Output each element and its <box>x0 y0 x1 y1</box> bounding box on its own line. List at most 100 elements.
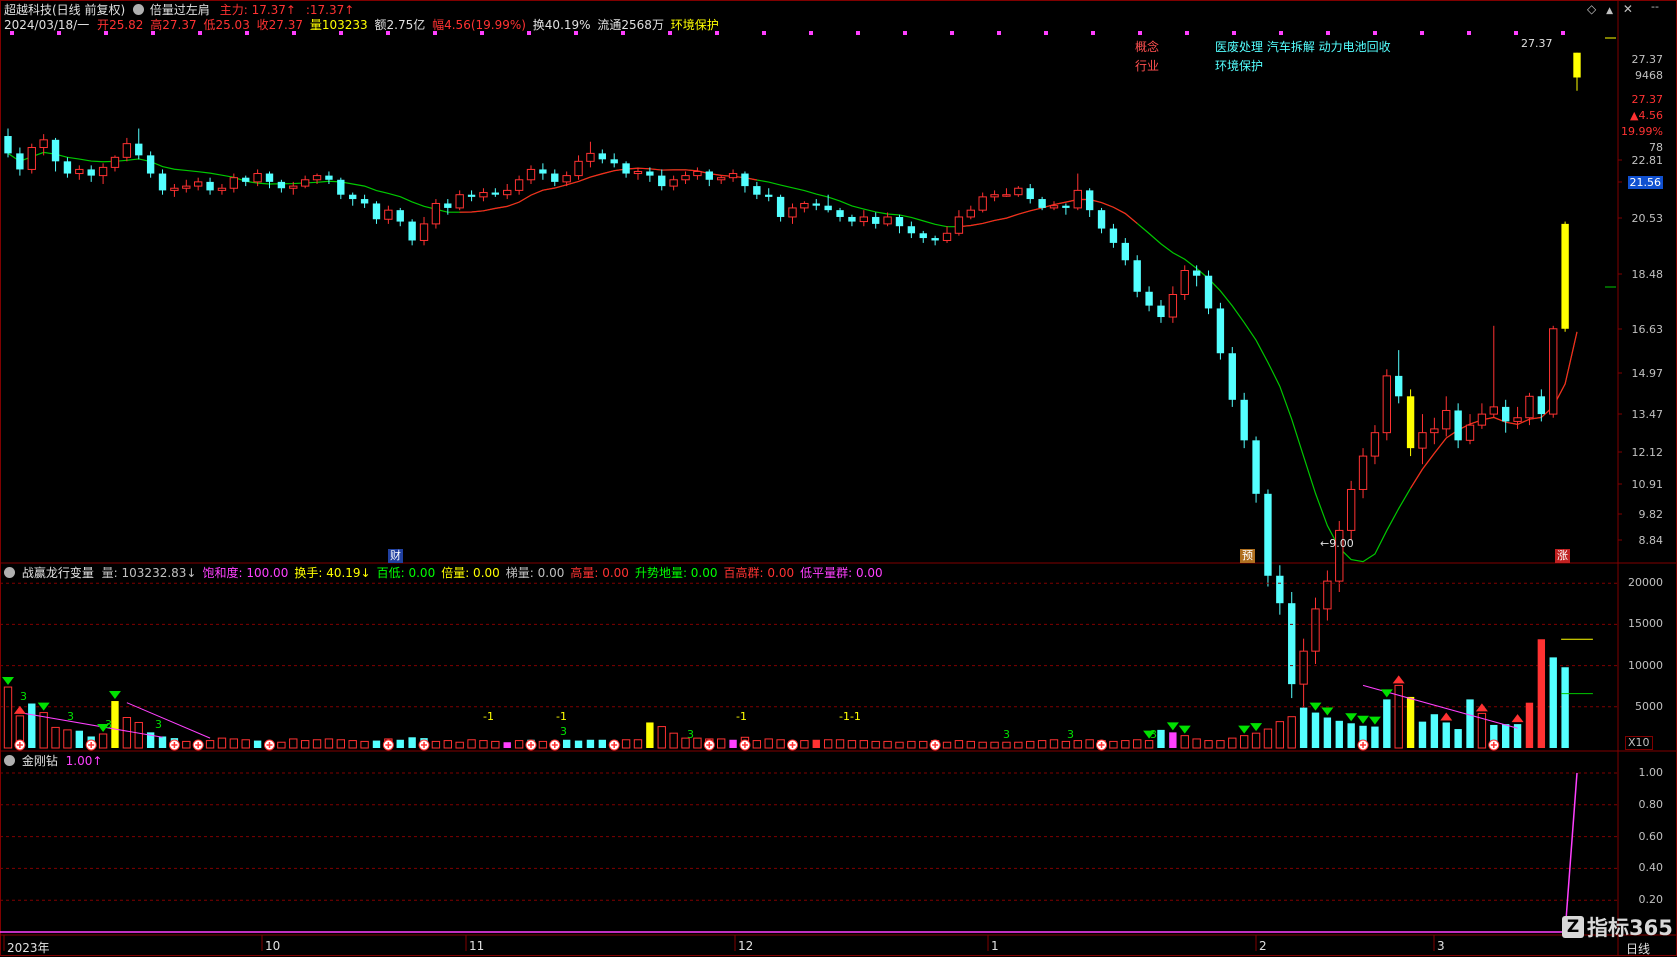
volume-bar <box>51 726 60 749</box>
volume-bar <box>895 741 904 749</box>
candle-body <box>646 171 654 176</box>
price-axis-label: 13.47 <box>1631 408 1664 421</box>
gear-icon[interactable] <box>4 567 15 578</box>
candle-body <box>1145 291 1153 306</box>
volume-bar <box>1061 740 1071 749</box>
chart-canvas[interactable]: -1 -1 -1 -1-1333 33 3 3 3 3 <box>0 0 1677 956</box>
down-triangle <box>1357 715 1370 724</box>
volume-bar <box>360 740 369 749</box>
price-axis-label: 14.97 <box>1631 367 1664 380</box>
volume-mark-label: 3 <box>20 690 27 703</box>
candle-body <box>1418 432 1427 449</box>
candle-body <box>776 196 785 217</box>
volume-bar <box>574 740 583 748</box>
volume-mark-label: 3 <box>155 718 162 731</box>
diamond-panel-title[interactable]: 金刚钻 <box>22 754 58 768</box>
candle-body <box>693 170 702 177</box>
volume-axis-label: 20000 <box>1628 576 1663 590</box>
volume-bar <box>978 741 987 749</box>
candle-body <box>1311 608 1320 652</box>
down-triangle <box>1178 725 1191 734</box>
volume-bar <box>1002 741 1011 749</box>
price-axis-label: 10.91 <box>1631 478 1664 491</box>
candle-body <box>265 173 274 182</box>
volume-panel-title[interactable]: 战赢龙行变量 <box>22 566 94 580</box>
volume-bar <box>776 739 785 749</box>
volume-bar <box>491 740 500 749</box>
volume-bar <box>1287 716 1296 749</box>
signal-dot <box>1420 31 1424 35</box>
volume-bar <box>1537 639 1546 748</box>
candle-body <box>1240 399 1248 441</box>
candle-body <box>396 210 404 222</box>
low-price-marker: ←9.00 <box>1320 537 1354 550</box>
forecast-tag[interactable]: 预 <box>1240 549 1255 563</box>
candle-body <box>1133 260 1141 292</box>
volume-bar <box>1335 720 1343 748</box>
volume-bar <box>1216 740 1225 749</box>
chart-frame <box>0 0 1677 956</box>
diamond-axis-label: 0.40 <box>1638 861 1664 875</box>
volume-unit: X10 <box>1625 736 1653 750</box>
volume-bar <box>847 740 857 749</box>
brand-text: 指标365 <box>1587 916 1673 940</box>
down-triangle <box>108 691 121 700</box>
candle-body <box>633 170 643 175</box>
signal-dot <box>809 31 813 35</box>
volume-bar <box>752 740 762 749</box>
candle-body <box>1537 396 1546 415</box>
volume-bar <box>229 738 239 749</box>
volume-bar <box>1442 722 1450 748</box>
candle-body <box>1026 188 1034 200</box>
volume-bar <box>1144 740 1154 749</box>
volume-panel-header: 战赢龙行变量 量: 103232.83↓ 饱和度: 100.00 换手: 40.19… <box>4 566 889 580</box>
signal-dot <box>574 31 578 35</box>
candle-body <box>444 203 452 208</box>
candle-body <box>728 173 738 179</box>
volume-bar <box>3 686 13 749</box>
volume-bar <box>1133 739 1142 749</box>
candle-body <box>539 169 547 174</box>
volume-bar <box>1109 740 1118 749</box>
candle-body <box>1406 396 1415 449</box>
volume-bar <box>455 741 464 749</box>
volume-bar <box>1073 740 1082 749</box>
volume-bar <box>1157 729 1165 748</box>
diamond-axis-label: 0.20 <box>1638 893 1664 907</box>
volume-bar <box>1525 702 1534 748</box>
finance-tag[interactable]: 财 <box>388 549 403 563</box>
candle-body <box>349 194 357 200</box>
time-axis-label: 10 <box>265 939 281 953</box>
time-axis-label: 2 <box>1259 939 1267 953</box>
limit-up-tag[interactable]: 涨 <box>1555 549 1570 563</box>
signal-dot <box>1373 31 1377 35</box>
volume-bar <box>134 721 143 749</box>
volume-bar <box>669 732 678 749</box>
down-triangle <box>1321 707 1334 716</box>
volume-bar <box>800 740 809 749</box>
down-triangle <box>1250 723 1263 732</box>
diamond-panel-value: 1.00↑ <box>65 754 103 768</box>
candle-body <box>1228 353 1236 400</box>
candle-body <box>1014 187 1023 196</box>
volume-bar <box>1180 735 1189 749</box>
volume-bar <box>336 739 346 749</box>
candle-body <box>1346 488 1356 531</box>
signal-dot <box>1561 31 1565 35</box>
candle-body <box>765 194 773 197</box>
candle-body <box>253 173 262 183</box>
candle-body <box>1157 305 1165 318</box>
candle-body <box>1073 189 1082 209</box>
volume-bar <box>859 740 869 749</box>
signal-dot <box>339 31 343 35</box>
price-axis-top: -- <box>1651 0 1659 13</box>
volume-bar <box>883 740 892 749</box>
candle-body <box>193 181 203 187</box>
period-label[interactable]: 日线 <box>1626 940 1650 957</box>
gear-icon[interactable] <box>4 755 15 766</box>
price-axis-label: 12.12 <box>1631 446 1664 459</box>
signal-dot <box>1185 31 1189 35</box>
volume-bar <box>942 741 952 749</box>
candle-body <box>1168 293 1178 318</box>
volume-bar <box>408 737 416 748</box>
